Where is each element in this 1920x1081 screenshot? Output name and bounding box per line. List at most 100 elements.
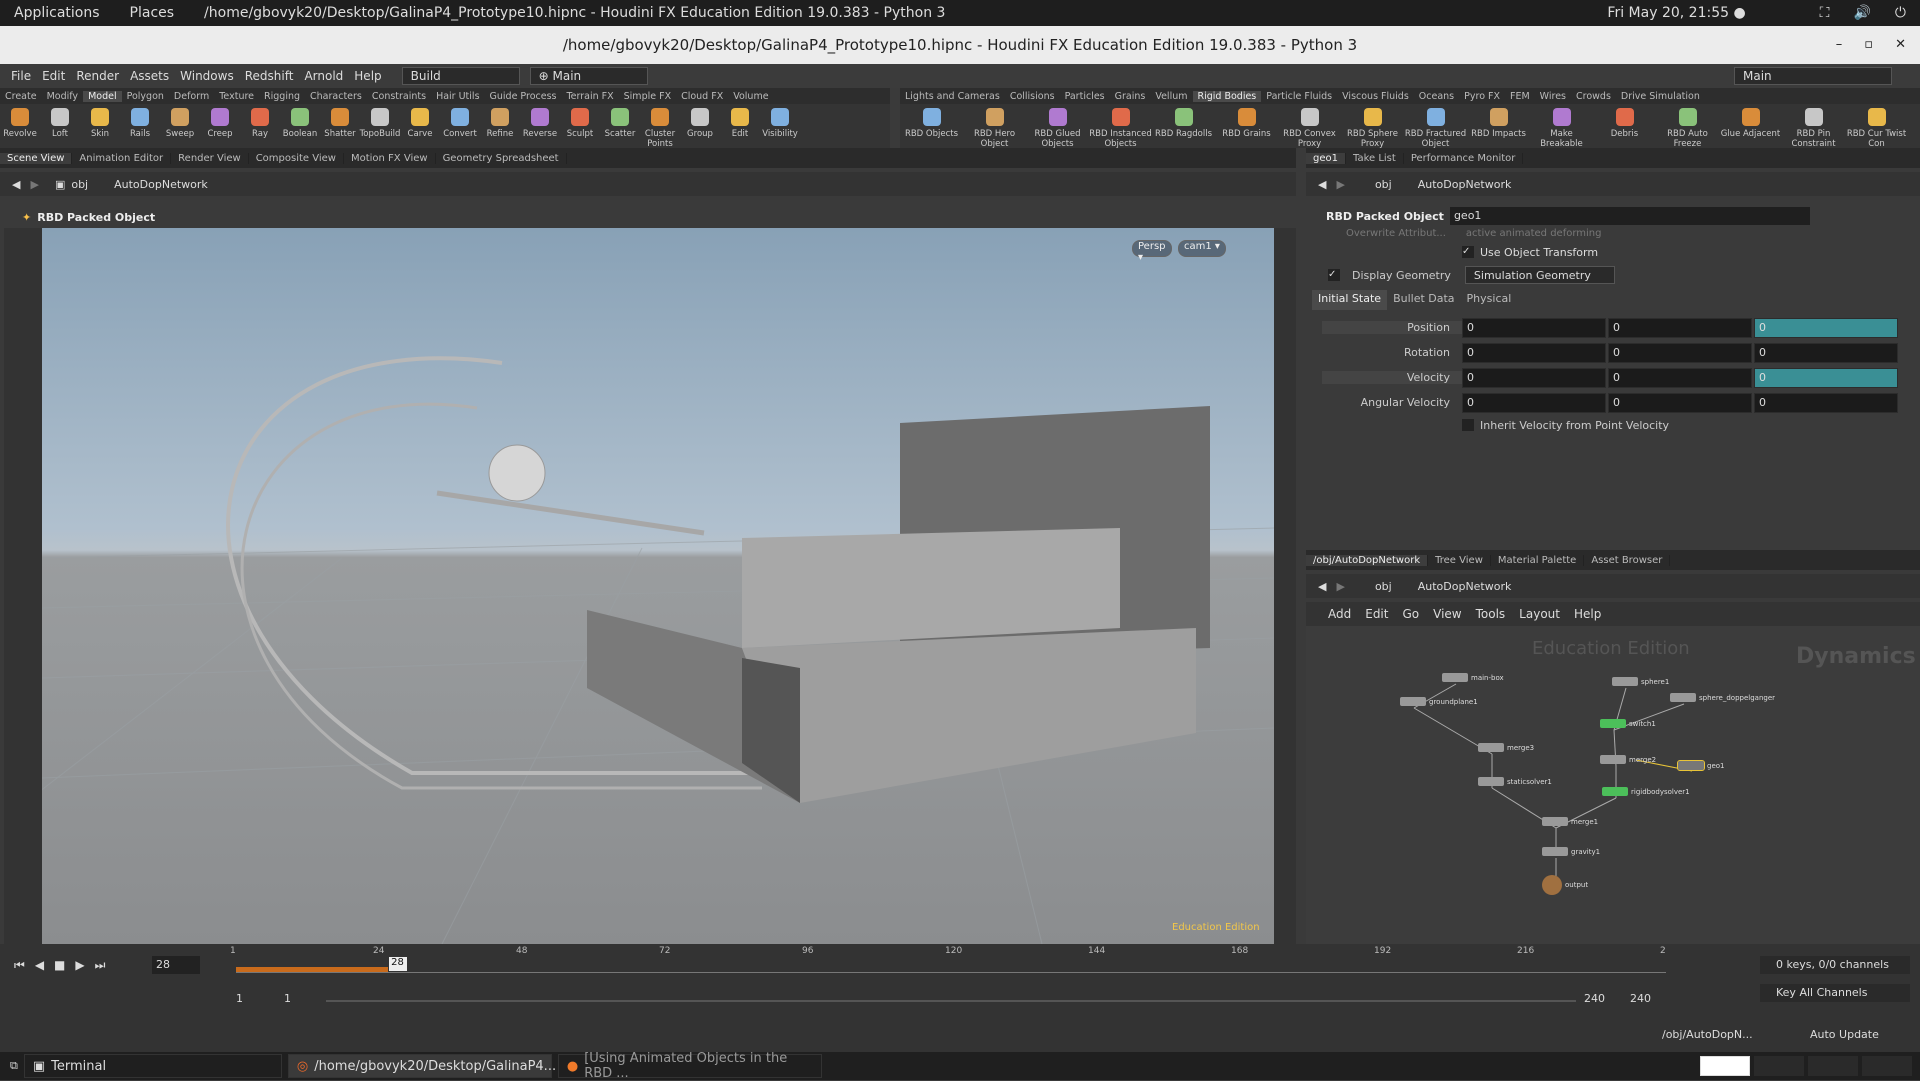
shelf-tab-terrain-fx[interactable]: Terrain FX <box>561 91 618 102</box>
net-back-icon[interactable]: ◀ <box>1318 580 1326 593</box>
shelf-tab-rigging[interactable]: Rigging <box>259 91 305 102</box>
net-tab-asset-browser[interactable]: Asset Browser <box>1584 554 1671 566</box>
object-path-dropdown[interactable]: /obj/AutoDopN... <box>1662 1026 1762 1044</box>
shelf-tab-crowds[interactable]: Crowds <box>1571 91 1616 102</box>
rotation-z[interactable]: 0 <box>1754 342 1898 363</box>
shelf-tab-polygon[interactable]: Polygon <box>122 91 169 102</box>
path-net[interactable]: AutoDopNetwork <box>114 178 208 191</box>
applications-menu[interactable]: Applications <box>14 5 100 21</box>
tool-loft[interactable]: Loft <box>40 108 80 139</box>
shelf-tab-rigid-bodies[interactable]: Rigid Bodies <box>1192 90 1262 102</box>
tool-rbd-pin-constraint[interactable]: RBD Pin Constraint <box>1782 108 1845 149</box>
range-end[interactable]: 240 <box>1584 992 1605 1005</box>
menu-assets[interactable]: Assets <box>130 69 169 83</box>
pane-tab-render-view[interactable]: Render View <box>171 152 249 164</box>
position-z[interactable]: 0 <box>1754 317 1898 338</box>
tool-rbd-instanced-objects[interactable]: RBD Instanced Objects <box>1089 108 1152 149</box>
camera-menu[interactable]: cam1 ▾ <box>1178 240 1226 257</box>
node-groundplane1[interactable]: groundplane1 <box>1400 697 1478 706</box>
tool-rbd-cur-twist-con[interactable]: RBD Cur Twist Con <box>1845 108 1908 149</box>
shelf-tab-lights-and-cameras[interactable]: Lights and Cameras <box>900 91 1005 102</box>
node-merge3[interactable]: merge3 <box>1478 743 1534 752</box>
net-menu-go[interactable]: Go <box>1402 607 1419 621</box>
tool-rbd-hero-object[interactable]: RBD Hero Object <box>963 108 1026 149</box>
net-forward-icon[interactable]: ▶ <box>1336 580 1344 593</box>
jump-end-icon[interactable]: ⏭ <box>95 958 106 973</box>
tool-reverse[interactable]: Reverse <box>520 108 560 139</box>
tool-debris[interactable]: Debris <box>1593 108 1656 139</box>
workspace-2[interactable] <box>1754 1056 1804 1076</box>
pane-tab-take-list[interactable]: Take List <box>1346 152 1404 164</box>
shelf-tab-guide-process[interactable]: Guide Process <box>485 91 562 102</box>
menu-arnold[interactable]: Arnold <box>304 69 343 83</box>
shelf-tab-constraints[interactable]: Constraints <box>367 91 431 102</box>
node-merge2[interactable]: merge2 <box>1600 755 1656 764</box>
keys-channels-dropdown[interactable]: 0 keys, 0/0 channels <box>1760 956 1910 974</box>
auto-update-dropdown[interactable]: Auto Update <box>1810 1026 1910 1044</box>
shelf-tab-grains[interactable]: Grains <box>1110 91 1151 102</box>
position-y[interactable]: 0 <box>1608 317 1752 338</box>
angular-velocity-z[interactable]: 0 <box>1754 392 1898 413</box>
pane-tab-geometry-spreadsheet[interactable]: Geometry Spreadsheet <box>436 152 567 164</box>
minimize-icon[interactable]: – <box>1836 37 1843 52</box>
network-icon[interactable]: ⛶ <box>1820 5 1830 21</box>
shelf-tab-cloud-fx[interactable]: Cloud FX <box>676 91 728 102</box>
tool-rbd-objects[interactable]: RBD Objects <box>900 108 963 139</box>
overwrite-attribute-field[interactable]: active animated deforming <box>1466 228 1602 239</box>
tool-boolean[interactable]: Boolean <box>280 108 320 139</box>
workspace-3[interactable] <box>1808 1056 1858 1076</box>
shelf-tab-simple-fx[interactable]: Simple FX <box>619 91 676 102</box>
tool-edit[interactable]: Edit <box>720 108 760 139</box>
tool-sweep[interactable]: Sweep <box>160 108 200 139</box>
shelf-tab-drive-simulation[interactable]: Drive Simulation <box>1616 91 1705 102</box>
node-output[interactable]: output <box>1542 875 1588 895</box>
tool-sculpt[interactable]: Sculpt <box>560 108 600 139</box>
shelf-tab-particle-fluids[interactable]: Particle Fluids <box>1261 91 1337 102</box>
pane-tab-scene-view[interactable]: Scene View <box>0 152 73 164</box>
tool-rbd-grains[interactable]: RBD Grains <box>1215 108 1278 139</box>
inherit-velocity-checkbox[interactable] <box>1462 419 1474 431</box>
tab-initial-state[interactable]: Initial State <box>1312 290 1388 310</box>
frame-marker[interactable]: 28 <box>387 956 408 972</box>
play-icon[interactable]: ▶ <box>75 958 84 973</box>
use-object-transform-checkbox[interactable]: ✓ <box>1462 246 1474 258</box>
tool-cluster-points[interactable]: Cluster Points <box>640 108 680 149</box>
param-path-obj[interactable]: obj <box>1375 178 1392 191</box>
tool-ray[interactable]: Ray <box>240 108 280 139</box>
range-slider[interactable] <box>326 1000 1576 1002</box>
back-icon[interactable]: ◀ <box>12 178 20 191</box>
tool-rails[interactable]: Rails <box>120 108 160 139</box>
net-menu-layout[interactable]: Layout <box>1519 607 1560 621</box>
shelf-tab-model[interactable]: Model <box>83 90 122 102</box>
tool-rbd-impacts[interactable]: RBD Impacts <box>1467 108 1530 139</box>
tool-convert[interactable]: Convert <box>440 108 480 139</box>
shelf-tab-pyro-fx[interactable]: Pyro FX <box>1459 91 1505 102</box>
desktop-build-dropdown[interactable]: Build <box>401 67 520 85</box>
net-path-net[interactable]: AutoDopNetwork <box>1418 580 1512 593</box>
node-geo1[interactable]: geo1 <box>1677 760 1725 771</box>
workspace-4[interactable] <box>1862 1056 1912 1076</box>
net-menu-edit[interactable]: Edit <box>1365 607 1388 621</box>
maximize-icon[interactable]: ▫ <box>1864 37 1873 52</box>
angular-velocity-x[interactable]: 0 <box>1462 392 1606 413</box>
shelf-tab-wires[interactable]: Wires <box>1535 91 1571 102</box>
desktop-main-right-dropdown[interactable]: Main <box>1734 67 1892 85</box>
pane-tab-motion-fx-view[interactable]: Motion FX View <box>344 152 436 164</box>
tool-scatter[interactable]: Scatter <box>600 108 640 139</box>
pane-tab-composite-view[interactable]: Composite View <box>249 152 344 164</box>
net-path-obj[interactable]: obj <box>1375 580 1392 593</box>
node-sphere1[interactable]: sphere1 <box>1612 677 1669 686</box>
net-menu-help[interactable]: Help <box>1574 607 1601 621</box>
velocity-x[interactable]: 0 <box>1462 367 1606 388</box>
tool-rbd-convex-proxy[interactable]: RBD Convex Proxy <box>1278 108 1341 149</box>
tool-rbd-fractured-object[interactable]: RBD Fractured Object <box>1404 108 1467 149</box>
shelf-tab-modify[interactable]: Modify <box>42 91 83 102</box>
tool-skin[interactable]: Skin <box>80 108 120 139</box>
net-menu-add[interactable]: Add <box>1328 607 1351 621</box>
current-frame-field[interactable]: 28 <box>152 956 200 974</box>
node-main-box[interactable]: main-box <box>1442 673 1504 682</box>
tool-glue-adjacent[interactable]: Glue Adjacent <box>1719 108 1782 139</box>
3d-viewport[interactable]: Persp ▾ cam1 ▾ Education Edition <box>42 228 1274 944</box>
menu-redshift[interactable]: Redshift <box>245 69 294 83</box>
net-tab-material-palette[interactable]: Material Palette <box>1491 554 1585 566</box>
